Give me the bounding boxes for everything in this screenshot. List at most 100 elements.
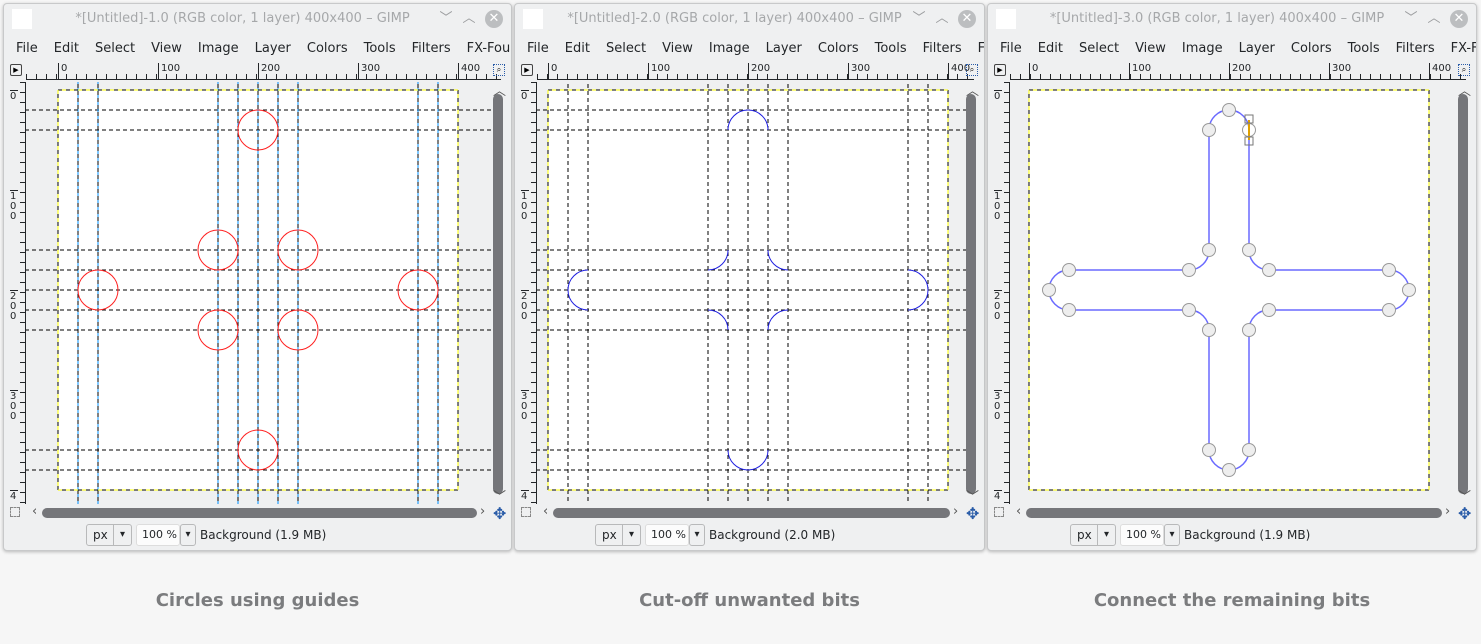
quick-mask-icon[interactable]	[994, 507, 1004, 517]
menu-image[interactable]: Image	[701, 38, 758, 60]
path-anchor[interactable]	[1242, 243, 1256, 257]
navigate-icon[interactable]: ✥	[1458, 504, 1471, 523]
horizontal-scrollbar[interactable]	[42, 508, 477, 518]
path-anchor[interactable]	[1202, 443, 1216, 457]
close-button[interactable]: ✕	[1450, 10, 1468, 28]
maximize-button[interactable]: ︿	[1425, 10, 1443, 28]
image-canvas[interactable]	[1028, 89, 1430, 491]
unit-selector[interactable]: px ▾	[1070, 524, 1116, 546]
image-canvas[interactable]	[537, 82, 974, 504]
menu-edit[interactable]: Edit	[1030, 38, 1071, 60]
zoom-dropdown[interactable]: ▾	[180, 524, 196, 546]
path-anchor[interactable]	[1042, 283, 1056, 297]
horizontal-scrollbar[interactable]	[553, 508, 950, 518]
path-anchor[interactable]	[1202, 123, 1216, 137]
unit-selector[interactable]: px ▾	[595, 524, 641, 546]
zoom-image-icon[interactable]: ⌕	[966, 64, 978, 76]
menu-colors[interactable]: Colors	[299, 38, 356, 60]
canvas-viewport[interactable]	[1010, 82, 1466, 504]
scroll-right-arrow[interactable]: ›	[953, 504, 958, 519]
close-button[interactable]: ✕	[958, 10, 976, 28]
zoom-dropdown[interactable]: ▾	[1164, 524, 1180, 546]
menu-file[interactable]: File	[992, 38, 1030, 60]
menu-tools[interactable]: Tools	[1340, 38, 1388, 60]
scroll-down-arrow[interactable]: ﹀	[1458, 486, 1471, 505]
menu-view[interactable]: View	[1127, 38, 1174, 60]
path-anchor[interactable]	[1202, 243, 1216, 257]
menu-image[interactable]: Image	[1174, 38, 1231, 60]
menu-tools[interactable]: Tools	[356, 38, 404, 60]
menu-fx-foundry[interactable]: FX-Foundry	[970, 38, 984, 60]
path-anchor[interactable]	[1242, 443, 1256, 457]
menu-tools[interactable]: Tools	[867, 38, 915, 60]
menu-toggle-icon[interactable]: ▶	[994, 64, 1006, 76]
path-anchor[interactable]	[1062, 303, 1076, 317]
menu-view[interactable]: View	[654, 38, 701, 60]
path-anchor[interactable]	[1062, 263, 1076, 277]
minimize-button[interactable]: ﹀	[437, 10, 455, 28]
horizontal-ruler[interactable]: 0 100 200 300 400	[26, 62, 501, 80]
zoom-input[interactable]: 100 %	[645, 524, 689, 546]
path-anchor[interactable]	[1382, 263, 1396, 277]
path-anchor[interactable]	[1242, 323, 1256, 337]
scroll-right-arrow[interactable]: ›	[1445, 504, 1450, 519]
menu-colors[interactable]: Colors	[810, 38, 867, 60]
menu-file[interactable]: File	[8, 38, 46, 60]
menu-toggle-icon[interactable]: ▶	[10, 64, 22, 76]
path-anchor[interactable]	[1222, 463, 1236, 477]
menu-edit[interactable]: Edit	[557, 38, 598, 60]
vertical-ruler[interactable]: 0 1 0 0 2 0 0 3 0 0 4	[992, 82, 1010, 504]
path-anchor[interactable]	[1402, 283, 1416, 297]
path-anchor[interactable]	[1202, 323, 1216, 337]
menu-filters[interactable]: Filters	[404, 38, 459, 60]
menu-toggle-icon[interactable]: ▶	[521, 64, 533, 76]
quick-mask-icon[interactable]	[10, 507, 20, 517]
vertical-scrollbar[interactable]	[966, 94, 976, 494]
menu-layer[interactable]: Layer	[247, 38, 299, 60]
menu-select[interactable]: Select	[1071, 38, 1127, 60]
zoom-image-icon[interactable]: ⌕	[1458, 64, 1470, 76]
maximize-button[interactable]: ︿	[460, 10, 478, 28]
menu-image[interactable]: Image	[190, 38, 247, 60]
path-anchor[interactable]	[1382, 303, 1396, 317]
menu-view[interactable]: View	[143, 38, 190, 60]
minimize-button[interactable]: ﹀	[1402, 10, 1420, 28]
zoom-image-icon[interactable]: ⌕	[493, 64, 505, 76]
path-anchor[interactable]	[1222, 103, 1236, 117]
zoom-input[interactable]: 100 %	[1120, 524, 1164, 546]
scroll-left-arrow[interactable]: ‹	[32, 504, 37, 519]
path-anchor[interactable]	[1262, 263, 1276, 277]
vertical-scrollbar[interactable]	[493, 94, 503, 494]
vertical-ruler[interactable]: 0 1 0 0 2 0 0 3 0 0 4	[8, 82, 26, 504]
menu-edit[interactable]: Edit	[46, 38, 87, 60]
minimize-button[interactable]: ﹀	[910, 10, 928, 28]
scroll-left-arrow[interactable]: ‹	[1016, 504, 1021, 519]
image-canvas[interactable]	[26, 82, 498, 504]
scroll-down-arrow[interactable]: ﹀	[966, 486, 979, 505]
unit-selector[interactable]: px ▾	[86, 524, 132, 546]
menu-fx-foundry[interactable]: FX-Foundry	[459, 38, 511, 60]
menu-select[interactable]: Select	[87, 38, 143, 60]
path-anchor[interactable]	[1182, 263, 1196, 277]
scroll-down-arrow[interactable]: ﹀	[493, 486, 506, 505]
menu-select[interactable]: Select	[598, 38, 654, 60]
horizontal-ruler[interactable]: 0 100 200 300 400	[537, 62, 974, 80]
horizontal-scrollbar[interactable]	[1026, 508, 1442, 518]
horizontal-ruler[interactable]: 0 100 200 300 400	[1010, 62, 1466, 80]
quick-mask-icon[interactable]	[521, 507, 531, 517]
menu-layer[interactable]: Layer	[1231, 38, 1283, 60]
vertical-scrollbar[interactable]	[1458, 94, 1468, 494]
menu-file[interactable]: File	[519, 38, 557, 60]
menu-filters[interactable]: Filters	[915, 38, 970, 60]
navigate-icon[interactable]: ✥	[966, 504, 979, 523]
menu-colors[interactable]: Colors	[1283, 38, 1340, 60]
close-button[interactable]: ✕	[485, 10, 503, 28]
maximize-button[interactable]: ︿	[933, 10, 951, 28]
menu-layer[interactable]: Layer	[758, 38, 810, 60]
path-anchor[interactable]	[1182, 303, 1196, 317]
zoom-input[interactable]: 100 %	[136, 524, 180, 546]
canvas-viewport[interactable]	[26, 82, 501, 504]
vertical-ruler[interactable]: 0 1 0 0 2 0 0 3 0 0 4	[519, 82, 537, 504]
menu-filters[interactable]: Filters	[1388, 38, 1443, 60]
path-anchor[interactable]	[1262, 303, 1276, 317]
